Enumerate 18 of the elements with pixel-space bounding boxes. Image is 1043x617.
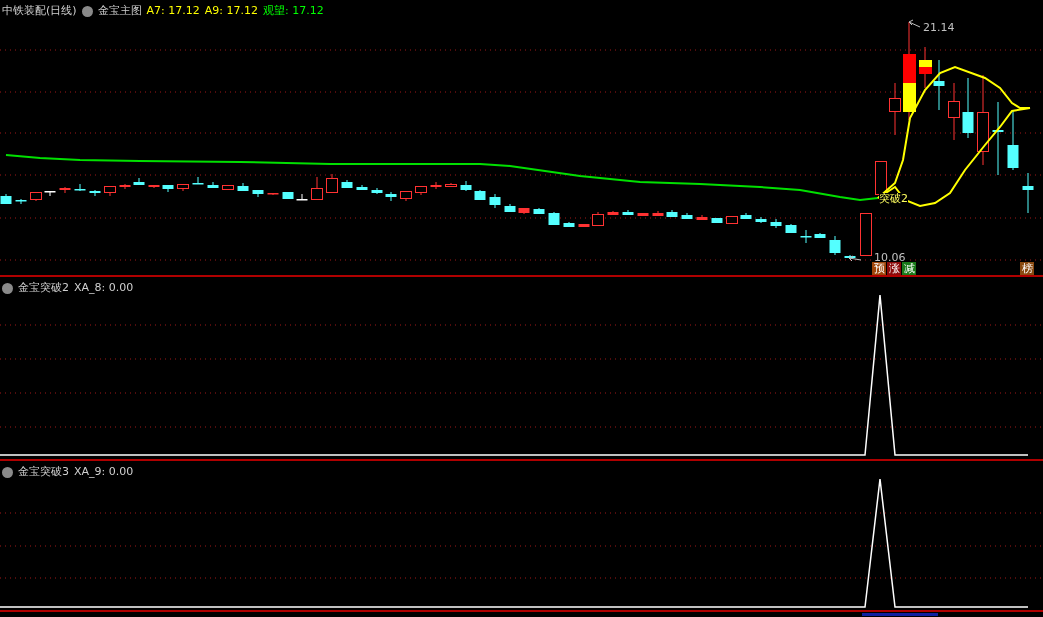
signal-badge: 涨: [887, 262, 901, 275]
signal-badge: 预: [872, 262, 886, 275]
indicator-name: 金宝主图: [97, 4, 142, 18]
indicator-name: 金宝突破2: [18, 281, 69, 295]
indicator-value: XA_8: 0.00: [74, 281, 134, 295]
stock-title: 中铁装配(日线): [2, 4, 77, 18]
indicator-value: A7: 17.12: [146, 4, 200, 18]
indicator-value: XA_9: 0.00: [74, 465, 134, 479]
collapse-icon[interactable]: [2, 282, 13, 294]
indicator-value: A9: 17.12: [204, 4, 259, 18]
collapse-icon[interactable]: [81, 5, 93, 17]
high-price-label: 21.14: [923, 22, 955, 34]
signal-badge: 榜: [1020, 262, 1034, 275]
collapse-icon[interactable]: [2, 466, 13, 478]
signal-label: 突破2: [879, 193, 908, 205]
indicator-name: 金宝突破3: [18, 465, 69, 479]
indicator-value: 观望: 17.12: [263, 4, 324, 18]
signal-badge: 减: [902, 262, 916, 275]
